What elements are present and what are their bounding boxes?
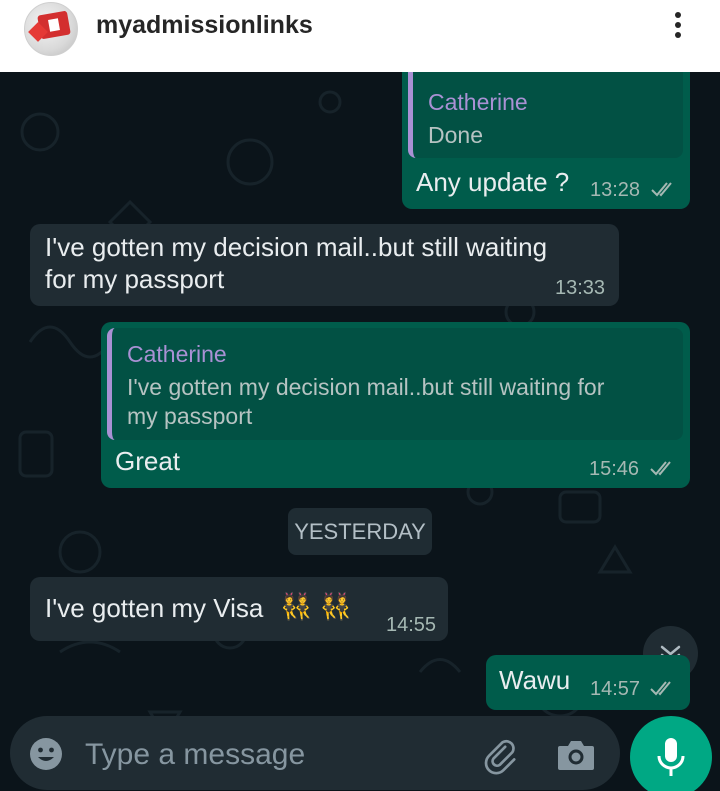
chat-area[interactable]: Catherine Done Any update ? 13:28 I've g… [0,72,720,791]
paperclip-icon[interactable] [480,736,520,776]
quoted-reply[interactable]: Catherine Done [408,72,683,158]
more-options-icon[interactable] [668,8,688,48]
dancers-emoji: 👯 👯 [280,591,352,621]
quoted-message-text-line: my passport [127,403,253,429]
incoming-message-bubble[interactable]: I've gotten my decision mail..but still … [30,224,619,306]
message-text: Wawu [499,665,571,695]
post-header: myadmissionlinks [0,0,720,72]
read-receipt-icon [650,461,671,476]
emoji-icon[interactable] [28,736,64,772]
message-text-line: I've gotten my decision mail..but still … [45,232,548,262]
quoted-sender-name: Catherine [127,341,227,367]
outgoing-message-bubble[interactable]: Catherine I've gotten my decision mail..… [101,322,690,488]
message-time: 14:57 [590,678,641,700]
message-text: I've gotten my Visa [45,593,264,623]
message-text-line: for my passport [45,264,225,294]
message-input[interactable]: Type a message [85,738,305,772]
date-divider: YESTERDAY [288,508,432,555]
message-time: 14:55 [386,614,437,636]
microphone-icon [657,738,685,776]
quoted-message-text: Done [428,122,483,148]
incoming-message-bubble[interactable]: I've gotten my Visa 👯 👯 14:55 [30,577,448,641]
outgoing-message-bubble[interactable]: Catherine Done Any update ? 13:28 [402,72,690,209]
message-text: Great [115,446,181,476]
camera-icon[interactable] [556,736,596,772]
outgoing-message-bubble[interactable]: Wawu 14:57 [486,655,690,710]
message-time: 13:28 [590,179,641,201]
quoted-reply[interactable]: Catherine I've gotten my decision mail..… [107,328,683,440]
message-text: Any update ? [416,167,570,197]
message-composer[interactable]: Type a message [10,716,620,790]
account-name[interactable]: myadmissionlinks [96,11,313,40]
read-receipt-icon [650,681,671,696]
quoted-message-text-line: I've gotten my decision mail..but still … [127,374,605,400]
read-receipt-icon [651,182,672,197]
avatar[interactable] [24,2,78,56]
quoted-sender-name: Catherine [428,89,528,115]
message-time: 15:46 [589,458,640,480]
voice-message-button[interactable] [630,716,712,791]
message-time: 13:33 [555,277,606,299]
